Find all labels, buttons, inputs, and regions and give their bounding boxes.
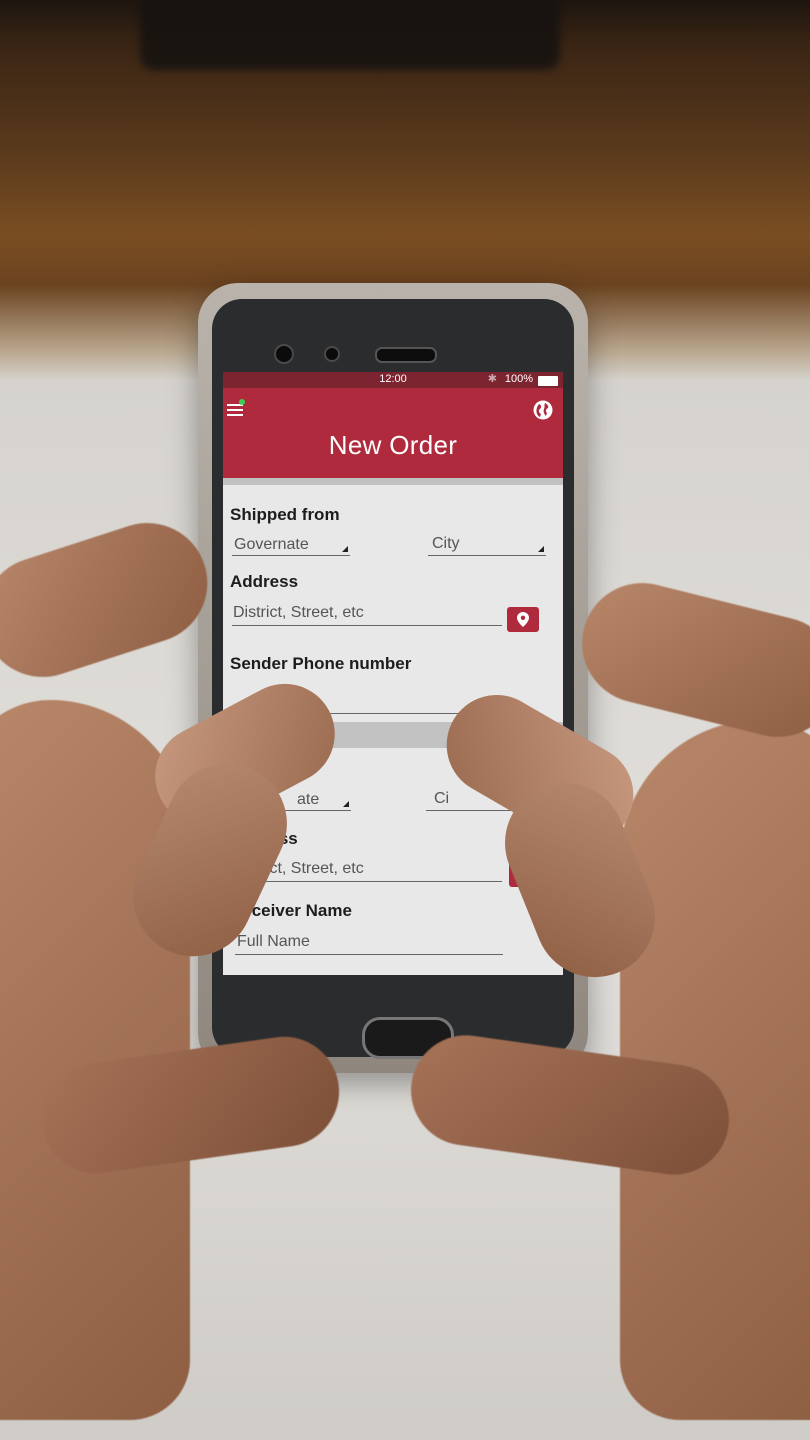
app-screen: 12:00 ✱ 100% New Order Shipped from Gove… (223, 372, 563, 975)
city-placeholder: Ci (434, 790, 450, 807)
map-pin-icon (517, 612, 529, 627)
front-camera (274, 344, 294, 364)
battery-percent: 100% (504, 373, 533, 385)
sender-phone-label: Sender Phone number (230, 654, 412, 673)
hamburger-menu-icon[interactable] (227, 404, 243, 419)
address-placeholder: District, Street, etc (233, 604, 364, 621)
sender-city-select[interactable]: City (428, 535, 546, 556)
sender-location-button[interactable] (507, 607, 539, 632)
shipped-from-title: Shipped from (230, 505, 340, 524)
sender-address-label: Address (230, 572, 299, 591)
section-separator (223, 478, 563, 485)
proximity-sensor (324, 346, 340, 362)
bluetooth-icon: ✱ (487, 373, 497, 385)
dropdown-arrow-icon (538, 546, 544, 552)
dropdown-arrow-icon (342, 546, 348, 552)
status-bar: 12:00 ✱ 100% (223, 372, 563, 388)
notification-dot (239, 399, 245, 405)
sender-address-input[interactable]: District, Street, etc (232, 603, 502, 626)
receiver-name-input[interactable]: Full Name (235, 931, 503, 955)
background-object (140, 0, 560, 70)
earpiece-speaker (375, 347, 437, 363)
full-name-placeholder: Full Name (237, 933, 310, 950)
globe-icon[interactable] (533, 400, 553, 420)
city-placeholder: City (432, 535, 460, 552)
app-header: New Order (223, 388, 563, 478)
sender-governate-select[interactable]: Governate (232, 535, 350, 556)
battery-icon (538, 376, 558, 386)
dropdown-arrow-icon (343, 801, 349, 807)
governate-placeholder: Governate (234, 536, 309, 553)
page-title: New Order (328, 430, 458, 460)
governate-placeholder: ate (297, 791, 320, 808)
